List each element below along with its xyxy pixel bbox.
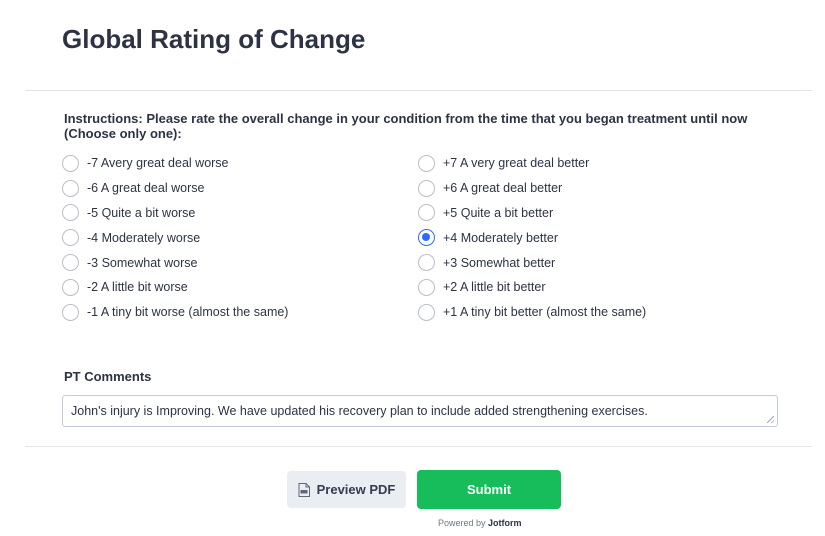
- radio-option[interactable]: +4 Moderately better: [418, 225, 646, 250]
- radio-button[interactable]: [418, 179, 435, 197]
- comments-label: PT Comments: [64, 369, 152, 384]
- radio-label: -3 Somewhat worse: [87, 255, 198, 270]
- radio-option[interactable]: -5 Quite a bit worse: [62, 201, 288, 226]
- radio-option[interactable]: -2 A little bit worse: [62, 275, 288, 300]
- radio-option[interactable]: +7 A very great deal better: [418, 151, 646, 176]
- submit-button[interactable]: Submit: [417, 470, 561, 509]
- radio-option[interactable]: -7 Avery great deal worse: [62, 151, 288, 176]
- radio-button[interactable]: [62, 154, 79, 172]
- radio-button[interactable]: [418, 303, 435, 321]
- radio-label: +4 Moderately better: [443, 230, 558, 245]
- radio-label: +6 A great deal better: [443, 181, 563, 196]
- radio-label: -5 Quite a bit worse: [87, 205, 196, 220]
- radio-option[interactable]: +5 Quite a bit better: [418, 201, 646, 226]
- preview-pdf-label: Preview PDF: [316, 482, 396, 497]
- radio-label: +2 A little bit better: [443, 280, 546, 295]
- radio-option[interactable]: -4 Moderately worse: [62, 225, 288, 250]
- radio-button[interactable]: [418, 204, 435, 222]
- radio-label: +1 A tiny bit better (almost the same): [443, 305, 647, 320]
- pdf-file-icon: [298, 482, 310, 497]
- radio-label: -6 A great deal worse: [87, 181, 205, 196]
- header-divider: [25, 90, 812, 91]
- powered-by-text: Powered by Jotform: [438, 518, 522, 528]
- radio-button[interactable]: [418, 229, 435, 247]
- radio-group-worse: -7 Avery great deal worse -6 A great dea…: [62, 151, 288, 325]
- radio-button[interactable]: [62, 254, 79, 272]
- radio-label: +3 Somewhat better: [443, 255, 556, 270]
- radio-label: +5 Quite a bit better: [443, 205, 554, 220]
- radio-option[interactable]: +3 Somewhat better: [418, 250, 646, 275]
- radio-option[interactable]: +2 A little bit better: [418, 275, 646, 300]
- radio-button[interactable]: [62, 278, 79, 296]
- radio-button[interactable]: [418, 254, 435, 272]
- radio-button[interactable]: [62, 229, 79, 247]
- radio-label: -2 A little bit worse: [87, 280, 188, 295]
- radio-option[interactable]: +1 A tiny bit better (almost the same): [418, 300, 646, 325]
- radio-label: -7 Avery great deal worse: [87, 156, 229, 171]
- radio-button[interactable]: [418, 278, 435, 296]
- radio-button[interactable]: [418, 154, 435, 172]
- comments-textarea[interactable]: John's injury is Improving. We have upda…: [62, 395, 778, 427]
- radio-label: +7 A very great deal better: [443, 156, 590, 171]
- radio-button[interactable]: [62, 179, 79, 197]
- radio-group-better: +7 A very great deal better +6 A great d…: [418, 151, 646, 325]
- radio-option[interactable]: +6 A great deal better: [418, 176, 646, 201]
- resize-handle-icon[interactable]: [767, 416, 774, 423]
- radio-button[interactable]: [62, 303, 79, 321]
- powered-brand[interactable]: Jotform: [488, 518, 522, 528]
- comments-text: John's injury is Improving. We have upda…: [71, 404, 648, 418]
- radio-option[interactable]: -6 A great deal worse: [62, 176, 288, 201]
- instructions-text: Instructions: Please rate the overall ch…: [64, 111, 748, 141]
- preview-pdf-button[interactable]: Preview PDF: [287, 471, 406, 508]
- footer-divider: [25, 446, 812, 447]
- radio-button[interactable]: [62, 204, 79, 222]
- page-title: Global Rating of Change: [62, 24, 366, 54]
- radio-option[interactable]: -1 A tiny bit worse (almost the same): [62, 300, 288, 325]
- radio-option[interactable]: -3 Somewhat worse: [62, 250, 288, 275]
- powered-prefix: Powered by: [438, 518, 486, 528]
- radio-label: -4 Moderately worse: [87, 230, 201, 245]
- radio-label: -1 A tiny bit worse (almost the same): [87, 305, 289, 320]
